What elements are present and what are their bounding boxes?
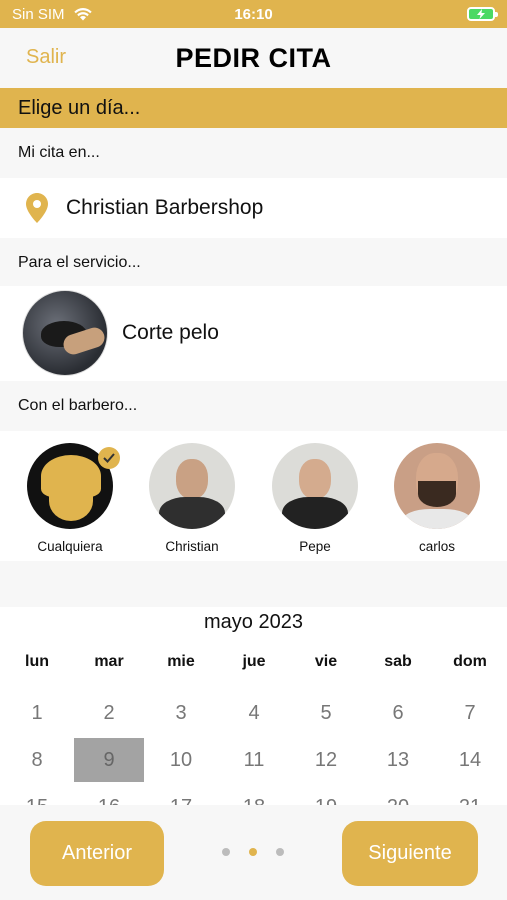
calendar-day[interactable]: 13 — [363, 738, 433, 782]
location-pin-icon — [26, 193, 48, 223]
bottom-navigation: Anterior Siguiente — [0, 805, 507, 900]
location-section-label: Mi cita en... — [0, 128, 507, 178]
carrier-text: Sin SIM — [12, 5, 65, 23]
calendar-day[interactable]: 14 — [435, 738, 505, 782]
battery-icon — [467, 7, 498, 21]
barber-section-label: Con el barbero... — [0, 381, 507, 431]
barber-name: Pepe — [299, 539, 331, 554]
next-button[interactable]: Siguiente — [342, 821, 478, 886]
calendar-day[interactable]: 18 — [219, 785, 289, 806]
step-banner: Elige un día... — [0, 88, 507, 128]
weekday-label: mie — [167, 653, 195, 670]
service-thumbnail — [22, 290, 108, 376]
weekday-label: mar — [94, 653, 124, 670]
section-divider — [0, 561, 507, 607]
barber-option-carlos[interactable]: carlos — [382, 443, 492, 554]
weekday-label: vie — [314, 653, 338, 670]
status-left: Sin SIM — [12, 6, 93, 23]
service-section-label: Para el servicio... — [0, 238, 507, 288]
barber-name: Christian — [165, 539, 219, 554]
weekday-label: jue — [242, 653, 266, 670]
calendar-day[interactable]: 16 — [74, 785, 144, 806]
calendar-day[interactable]: 4 — [219, 691, 289, 735]
selected-check-icon — [98, 447, 120, 469]
barber-name: carlos — [418, 539, 455, 554]
pepe-avatar — [272, 443, 358, 529]
carlos-avatar — [394, 443, 480, 529]
calendar-day[interactable]: 1 — [2, 691, 72, 735]
weekday-label: dom — [453, 653, 487, 670]
calendar-day[interactable]: 11 — [219, 738, 289, 782]
exit-button[interactable]: Salir — [26, 46, 66, 69]
christian-avatar — [149, 443, 235, 529]
page-dot — [276, 848, 284, 856]
status-bar: Sin SIM 16:10 — [0, 0, 507, 28]
location-name: Christian Barbershop — [66, 196, 264, 219]
service-name: Corte pelo — [122, 321, 219, 344]
location-row[interactable]: Christian Barbershop — [0, 178, 507, 238]
barber-name: Cualquiera — [37, 539, 103, 554]
barber-option-christian[interactable]: Christian — [137, 443, 247, 554]
calendar-day[interactable]: 17 — [146, 785, 216, 806]
calendar-day[interactable]: 2 — [74, 691, 144, 735]
page-dot — [222, 848, 230, 856]
weekday-label: sab — [384, 653, 412, 670]
charging-bolt-icon — [477, 9, 485, 19]
calendar-day[interactable]: 10 — [146, 738, 216, 782]
calendar-day-selected[interactable]: 9 — [74, 738, 144, 782]
calendar-day[interactable]: 20 — [363, 785, 433, 806]
calendar-day[interactable]: 5 — [291, 691, 361, 735]
calendar-day[interactable]: 3 — [146, 691, 216, 735]
previous-button[interactable]: Anterior — [30, 821, 164, 886]
service-row[interactable]: Corte pelo — [0, 286, 507, 380]
navigation-bar: Salir PEDIR CITA — [0, 28, 507, 88]
wifi-icon — [73, 7, 92, 20]
calendar: mayo 2023 lun mar mie jue vie sab dom 1 … — [0, 607, 507, 805]
calendar-day[interactable]: 21 — [435, 785, 505, 806]
calendar-day[interactable]: 19 — [291, 785, 361, 806]
calendar-day[interactable]: 6 — [363, 691, 433, 735]
page-dot-active — [249, 848, 257, 856]
calendar-month-title: mayo 2023 — [204, 611, 303, 633]
weekday-label: lun — [25, 653, 49, 670]
calendar-day[interactable]: 8 — [2, 738, 72, 782]
calendar-day[interactable]: 15 — [2, 785, 72, 806]
barber-option-pepe[interactable]: Pepe — [260, 443, 370, 554]
page-indicator — [222, 848, 284, 856]
status-time: 16:10 — [234, 5, 273, 23]
page-title: PEDIR CITA — [175, 42, 332, 73]
calendar-day[interactable]: 7 — [435, 691, 505, 735]
barber-list: Cualquiera Christian Pepe carlos — [0, 431, 507, 561]
calendar-day[interactable]: 12 — [291, 738, 361, 782]
